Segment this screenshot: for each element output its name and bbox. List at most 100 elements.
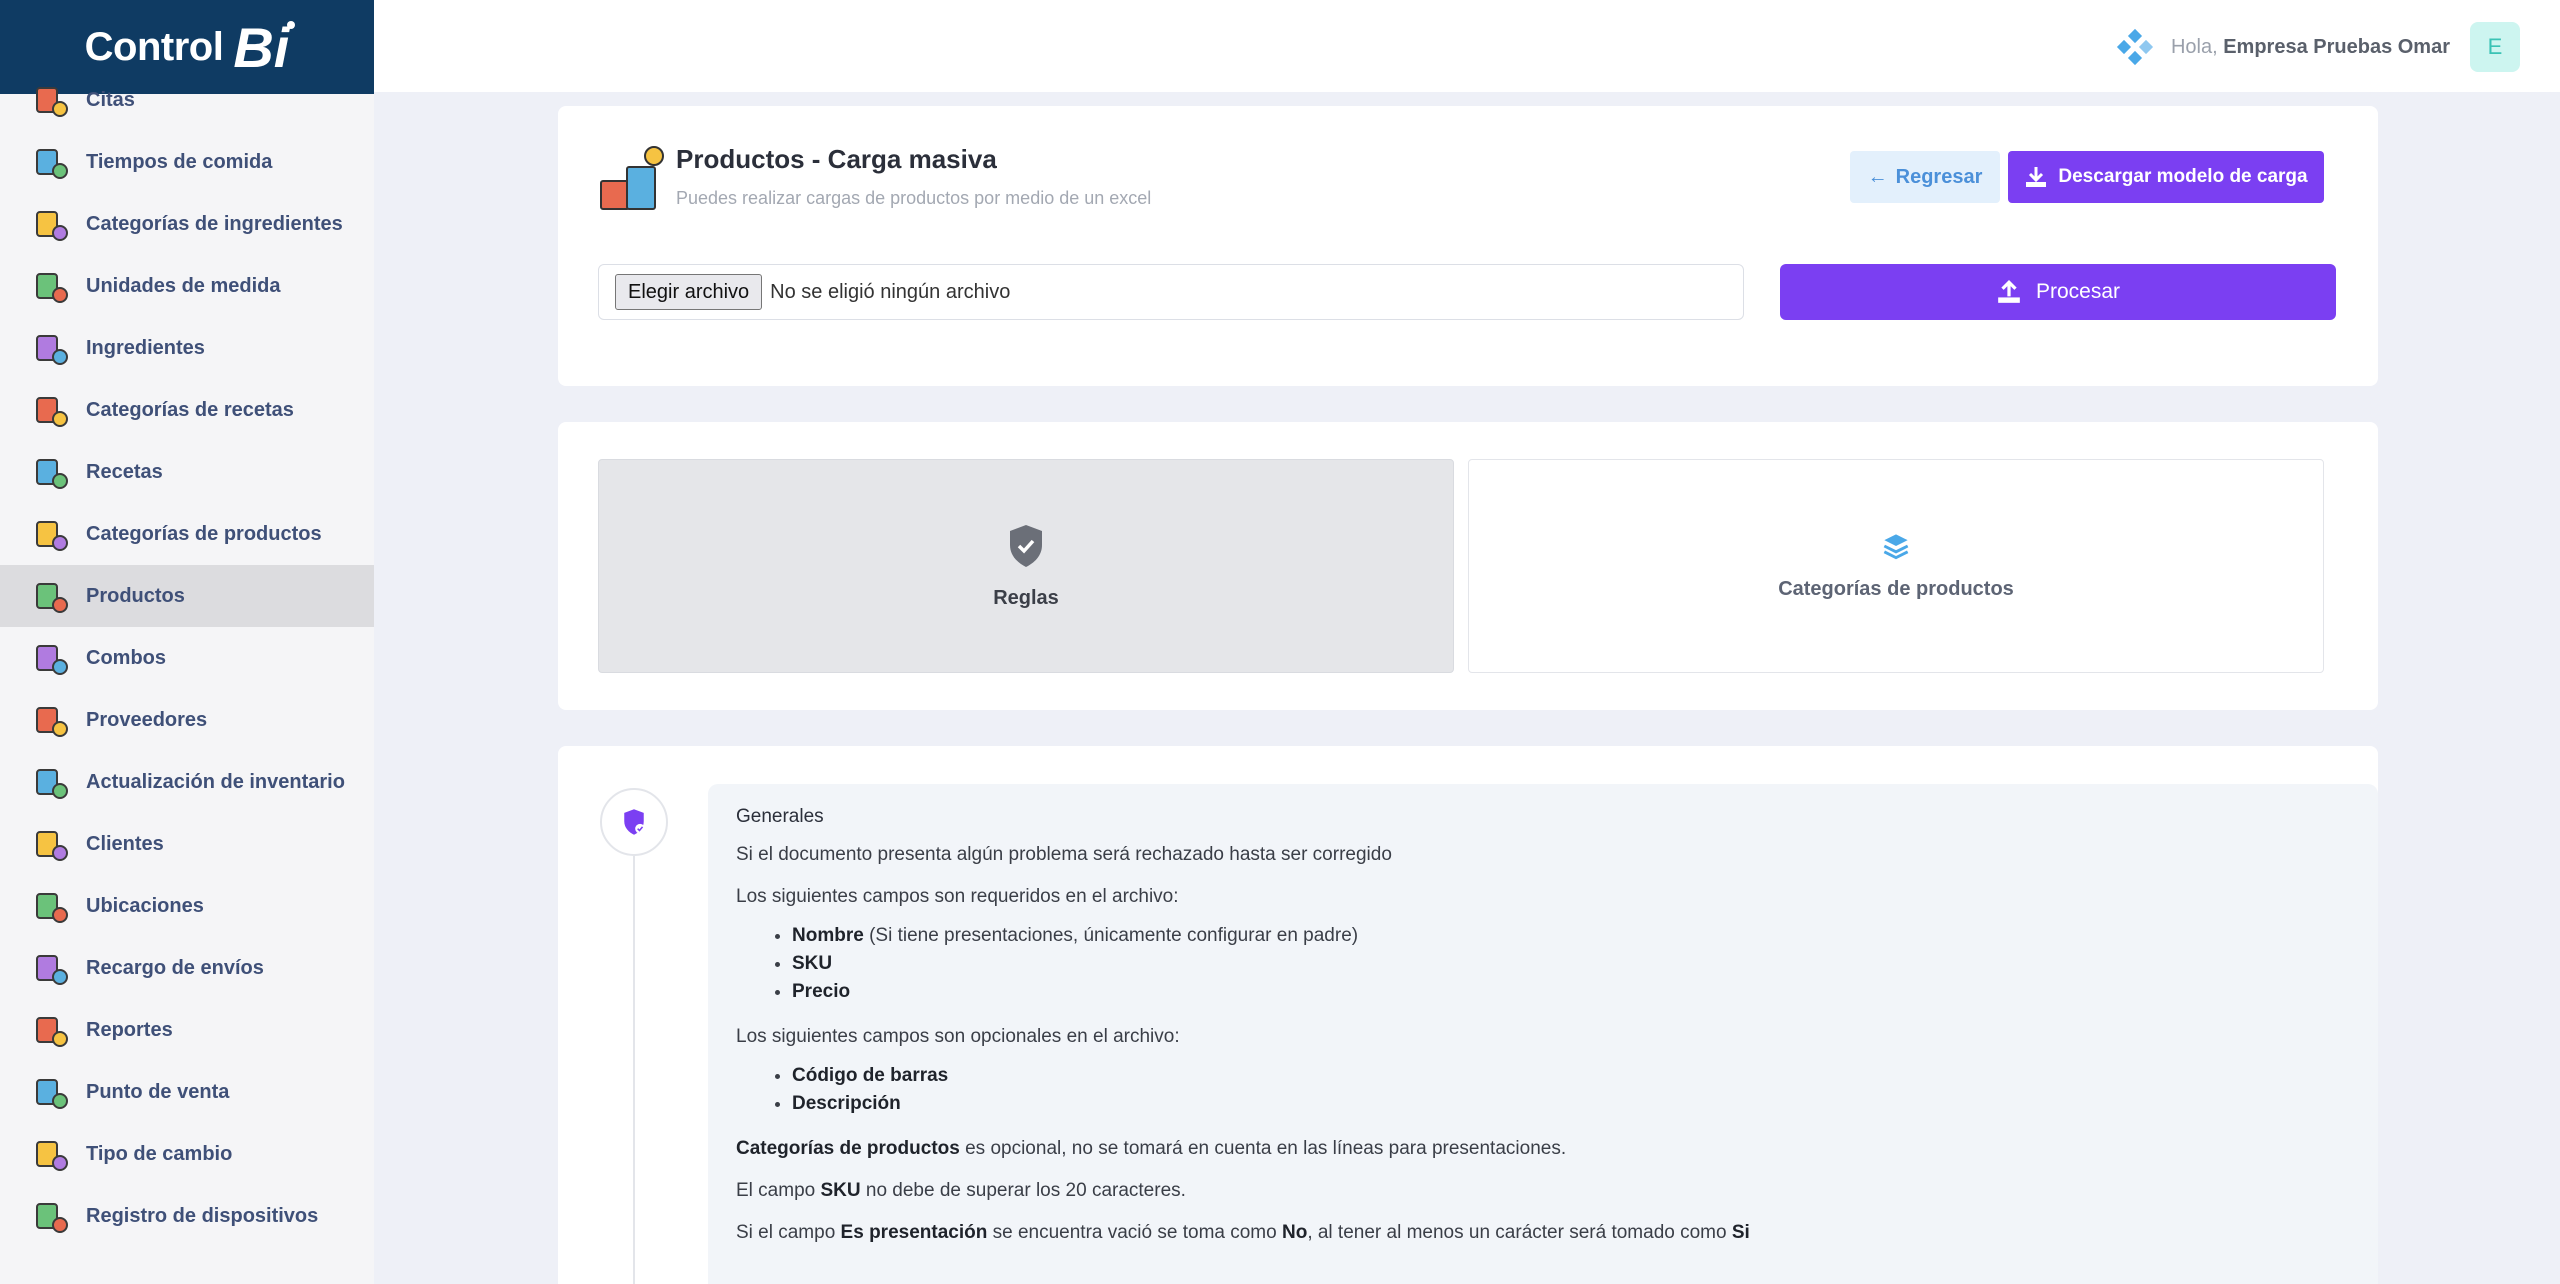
rule-categories-text: es opcional, no se tomará en cuenta en l… — [959, 1138, 1567, 1159]
process-button[interactable]: Procesar — [1780, 264, 2336, 320]
pos-icon — [34, 1075, 68, 1109]
brand-mark: Bi — [233, 15, 296, 79]
jars-icon — [34, 331, 68, 365]
back-button[interactable]: ← Regresar — [1850, 151, 2000, 203]
rule-pres-pre: Si el campo — [736, 1222, 841, 1243]
process-label: Procesar — [2035, 280, 2121, 303]
rules-card: Generales Si el documento presenta algún… — [558, 746, 2378, 1284]
sidebar-item[interactable]: Productos — [0, 565, 374, 627]
sidebar-item[interactable]: Ubicaciones — [0, 875, 374, 937]
page-subtitle: Puedes realizar cargas de productos por … — [676, 188, 1152, 208]
download-template-button[interactable]: Descargar modelo de carga — [2008, 151, 2324, 203]
rule-sku-post: no debe de superar los 20 caracteres. — [860, 1180, 1186, 1201]
measure-icon — [34, 269, 68, 303]
page-title: Productos - Carga masiva — [676, 144, 997, 174]
rule-categories: Categorías de productos es opcional, no … — [736, 1138, 2350, 1160]
sidebar-item-label: Categorías de productos — [86, 522, 322, 545]
sidebar-item-label: Recetas — [86, 460, 163, 483]
reports-icon — [34, 1013, 68, 1047]
user-name: Empresa Pruebas Omar — [2223, 35, 2450, 58]
apps-icon[interactable] — [2116, 28, 2154, 66]
tab-product-categories-label: Categorías de productos — [1778, 577, 2014, 600]
combo-icon — [34, 641, 68, 675]
tab-rules-label: Reglas — [993, 586, 1059, 609]
sidebar-item[interactable]: Categorías de ingredientes — [0, 193, 374, 255]
sidebar-item[interactable]: Reportes — [0, 999, 374, 1061]
sidebar-item-label: Combos — [86, 646, 166, 669]
brand-text: Control — [84, 24, 224, 69]
rules-content: Generales Si el documento presenta algún… — [708, 784, 2378, 1284]
rule-pres-bold: Es presentación — [840, 1222, 988, 1243]
tab-product-categories[interactable]: Categorías de productos — [1468, 459, 2324, 673]
sidebar-item[interactable]: Tipo de cambio — [0, 1123, 374, 1185]
shield-check-icon — [1010, 524, 1042, 567]
sidebar-item[interactable]: Recetas — [0, 441, 374, 503]
sidebar-item[interactable]: Categorías de recetas — [0, 379, 374, 441]
arrow-left-icon: ← — [1867, 165, 1888, 188]
clients-icon — [34, 827, 68, 861]
sidebar-item[interactable]: Registro de dispositivos — [0, 1185, 374, 1247]
rules-paragraph: Si el documento presenta algún problema … — [736, 844, 1392, 865]
sidebar-item[interactable]: Tiempos de comida — [0, 131, 374, 193]
rule-pres-si: Si — [1731, 1222, 1750, 1243]
sidebar-item[interactable]: Citas — [0, 69, 374, 131]
sidebar-item-label: Punto de venta — [86, 1080, 230, 1103]
recipe-book-icon — [34, 393, 68, 427]
topbar: Hola, Empresa Pruebas Omar E — [374, 0, 2560, 92]
sidebar-item-label: Ingredientes — [86, 336, 205, 359]
choose-file-button[interactable]: Elegir archivo — [615, 274, 763, 310]
rule-pres-no: No — [1281, 1222, 1308, 1243]
sidebar-item-label: Citas — [86, 88, 135, 111]
rule-pres-mid: se encuentra vació se toma como — [987, 1222, 1282, 1243]
timeline-marker — [600, 788, 668, 856]
rule-categories-bold: Categorías de productos — [736, 1138, 960, 1159]
sidebar-item-label: Ubicaciones — [86, 894, 204, 917]
rule-pres-mid2: , al tener al menos un carácter será tom… — [1307, 1222, 1732, 1243]
required-field-name: SKU — [792, 953, 833, 974]
sidebar-item-label: Registro de dispositivos — [86, 1204, 319, 1227]
sidebar-item-label: Categorías de recetas — [86, 398, 294, 421]
product-categories-icon — [34, 517, 68, 551]
sidebar-item-label: Clientes — [86, 832, 164, 855]
user-greeting: Hola, Empresa Pruebas Omar — [2171, 36, 2450, 59]
shield-check-icon — [624, 809, 645, 835]
sidebar-item[interactable]: Unidades de medida — [0, 255, 374, 317]
inventory-icon — [34, 765, 68, 799]
rule-sku: El campo SKU no debe de superar los 20 c… — [736, 1180, 2350, 1202]
layers-icon — [1883, 533, 1909, 559]
products-icon — [34, 579, 68, 613]
sidebar-item[interactable]: Categorías de productos — [0, 503, 374, 565]
file-input[interactable]: Elegir archivo No se eligió ningún archi… — [598, 264, 1744, 320]
rule-sku-bold: SKU — [820, 1180, 861, 1201]
avatar[interactable]: E — [2470, 22, 2520, 72]
sidebar-nav: Citas Tiempos de comida Categorías de ingr… — [0, 69, 374, 1247]
sidebar-item-label: Proveedores — [86, 708, 208, 731]
sidebar-item[interactable]: Clientes — [0, 813, 374, 875]
devices-icon — [34, 1199, 68, 1233]
sidebar-item[interactable]: Combos — [0, 627, 374, 689]
timeline-line — [633, 856, 635, 1284]
sidebar-item[interactable]: Ingredientes — [0, 317, 374, 379]
required-field-name: Precio — [792, 981, 851, 1002]
sidebar: Control Bi Citas Tiempos de comida Categor… — [0, 0, 374, 1284]
user-menu[interactable]: Hola, Empresa Pruebas Omar E — [2116, 22, 2520, 72]
rules-heading: Generales — [736, 806, 824, 827]
file-status: No se eligió ningún archivo — [770, 280, 1011, 303]
download-template-label: Descargar modelo de carga — [2058, 166, 2308, 187]
sidebar-item-label: Recargo de envíos — [86, 956, 264, 979]
sidebar-item[interactable]: Recargo de envíos — [0, 937, 374, 999]
greeting-prefix: Hola, — [2170, 35, 2224, 58]
sidebar-item-label: Reportes — [86, 1018, 173, 1041]
sidebar-item[interactable]: Actualización de inventario — [0, 751, 374, 813]
sidebar-item[interactable]: Proveedores — [0, 689, 374, 751]
supplier-icon — [34, 703, 68, 737]
optional-field-name: Descripción — [792, 1093, 901, 1114]
tab-rules[interactable]: Reglas — [598, 459, 1454, 673]
required-fields-list: Nombre (Si tiene presentaciones, únicame… — [792, 922, 2350, 1006]
plate-icon — [34, 145, 68, 179]
sidebar-item-label: Actualización de inventario — [86, 770, 345, 793]
required-field-note: (Si tiene presentaciones, únicamente con… — [863, 925, 1359, 946]
sidebar-item[interactable]: Punto de venta — [0, 1061, 374, 1123]
upload-card: Productos - Carga masiva Puedes realizar… — [558, 106, 2378, 386]
back-button-label: Regresar — [1895, 165, 1983, 188]
